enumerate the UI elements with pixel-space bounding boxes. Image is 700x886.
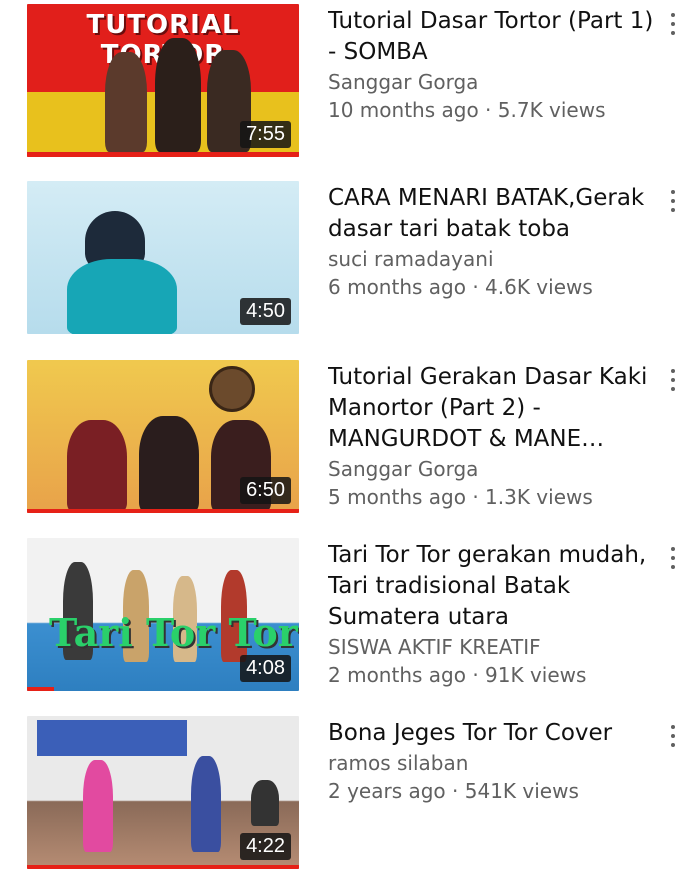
- video-list: TUTORIAL TORTOR 7:55 Tutorial Dasar Tort…: [0, 0, 700, 878]
- video-meta[interactable]: Tari Tor Tor gerakan mudah, Tari tradisi…: [328, 540, 658, 689]
- watch-progress-bar: [27, 509, 299, 513]
- more-vert-icon[interactable]: [664, 544, 682, 572]
- video-thumbnail[interactable]: 4:50: [27, 181, 299, 334]
- video-title[interactable]: Tari Tor Tor gerakan mudah, Tari tradisi…: [328, 540, 658, 633]
- video-title[interactable]: Tutorial Dasar Tortor (Part 1) - SOMBA: [328, 6, 658, 68]
- more-vert-icon[interactable]: [664, 366, 682, 394]
- video-stats: 2 years ago · 541K views: [328, 779, 579, 803]
- duration-badge: 4:22: [240, 833, 291, 860]
- duration-badge: 4:08: [240, 655, 291, 682]
- duration-badge: 6:50: [240, 477, 291, 504]
- video-title[interactable]: Tutorial Gerakan Dasar Kaki Manortor (Pa…: [328, 362, 658, 455]
- video-title[interactable]: CARA MENARI BATAK,Gerak dasar tari batak…: [328, 183, 658, 245]
- watch-progress-bar: [27, 153, 299, 157]
- channel-name: SISWA AKTIF KREATIF: [328, 635, 541, 659]
- video-thumbnail[interactable]: 6:50: [27, 360, 299, 513]
- video-meta[interactable]: Tutorial Gerakan Dasar Kaki Manortor (Pa…: [328, 362, 658, 511]
- channel-name: Sanggar Gorga: [328, 457, 479, 481]
- video-stats: 10 months ago · 5.7K views: [328, 98, 606, 122]
- video-thumbnail[interactable]: Tari Tor Tor 4:08: [27, 538, 299, 691]
- video-thumbnail[interactable]: 4:22: [27, 716, 299, 869]
- more-vert-icon[interactable]: [664, 187, 682, 215]
- duration-badge: 7:55: [240, 121, 291, 148]
- channel-name: Sanggar Gorga: [328, 70, 479, 94]
- more-vert-icon[interactable]: [664, 10, 682, 38]
- video-meta[interactable]: Bona Jeges Tor Tor Cover ramos silaban 2…: [328, 718, 658, 805]
- video-stats: 2 months ago · 91K views: [328, 663, 587, 687]
- more-vert-icon[interactable]: [664, 722, 682, 750]
- video-thumbnail[interactable]: TUTORIAL TORTOR 7:55: [27, 4, 299, 157]
- watch-progress-bar: [27, 865, 299, 869]
- channel-name: ramos silaban: [328, 751, 469, 775]
- video-item[interactable]: TUTORIAL TORTOR 7:55 Tutorial Dasar Tort…: [0, 4, 700, 174]
- video-item[interactable]: 4:22 Bona Jeges Tor Tor Cover ramos sila…: [0, 716, 700, 886]
- watch-progress-bar: [27, 687, 55, 691]
- duration-badge: 4:50: [240, 298, 291, 325]
- channel-name: suci ramadayani: [328, 247, 494, 271]
- video-stats: 6 months ago · 4.6K views: [328, 275, 593, 299]
- video-title[interactable]: Bona Jeges Tor Tor Cover: [328, 718, 658, 749]
- video-meta[interactable]: CARA MENARI BATAK,Gerak dasar tari batak…: [328, 183, 658, 301]
- video-item[interactable]: Tari Tor Tor 4:08 Tari Tor Tor gerakan m…: [0, 538, 700, 708]
- video-stats: 5 months ago · 1.3K views: [328, 485, 593, 509]
- video-item[interactable]: 6:50 Tutorial Gerakan Dasar Kaki Manorto…: [0, 360, 700, 530]
- video-item[interactable]: 4:50 CARA MENARI BATAK,Gerak dasar tari …: [0, 181, 700, 351]
- video-meta[interactable]: Tutorial Dasar Tortor (Part 1) - SOMBA S…: [328, 6, 658, 124]
